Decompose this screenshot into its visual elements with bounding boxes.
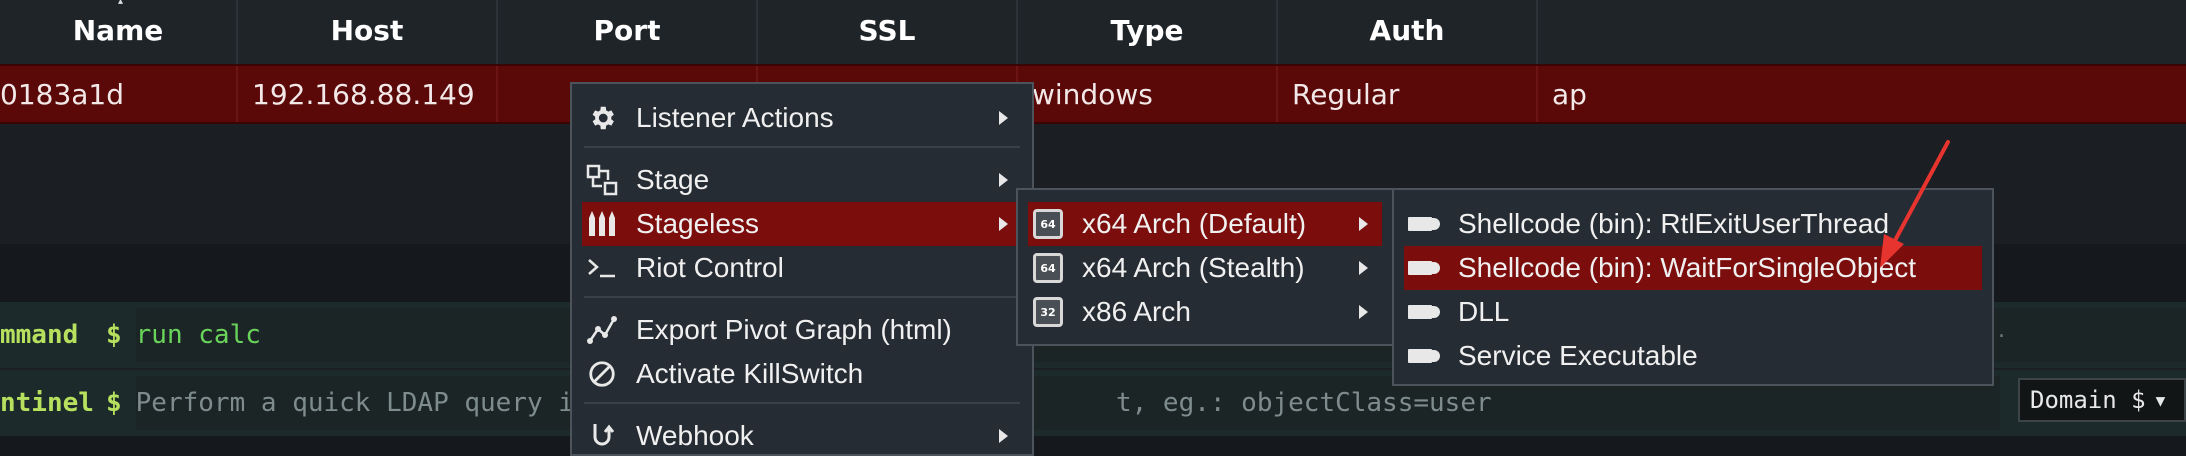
table-header: ▴ Name Host Port SSL Type Auth bbox=[0, 0, 2186, 64]
column-header-ssl[interactable]: SSL bbox=[758, 0, 1018, 64]
menu-item-label: Export Pivot Graph (html) bbox=[636, 314, 952, 345]
column-header-extra[interactable] bbox=[1538, 0, 2186, 64]
menu-item-label: DLL bbox=[1458, 296, 1510, 327]
menu-item-label: Stage bbox=[636, 164, 710, 195]
prompt-label: ntinel bbox=[0, 388, 94, 418]
command-text: run calc bbox=[135, 320, 261, 350]
prompt-symbol: $ bbox=[106, 320, 122, 350]
menu-item-label: Shellcode (bin): WaitForSingleObject bbox=[1458, 252, 1917, 283]
column-header-type[interactable]: Type bbox=[1018, 0, 1278, 64]
ban-icon bbox=[586, 358, 618, 390]
ldap-placeholder-end: t, eg.: objectClass=user bbox=[1115, 388, 1492, 418]
ldap-placeholder-start: Perform a quick LDAP query i bbox=[135, 388, 574, 418]
chevron-down-icon: ▼ bbox=[2155, 390, 2166, 410]
menu-item-label: x86 Arch bbox=[1082, 296, 1191, 327]
domain-select[interactable]: Domain $ ▼ bbox=[2018, 378, 2186, 422]
menu-item-x64-stealth[interactable]: 64 x64 Arch (Stealth) bbox=[1028, 246, 1382, 290]
status-strip bbox=[0, 436, 2186, 456]
menu-item-label: x64 Arch (Stealth) bbox=[1082, 252, 1305, 283]
menu-item-riot-control[interactable]: Riot Control bbox=[582, 246, 1022, 290]
cpu-chip-icon: 64 bbox=[1032, 252, 1064, 284]
bullet-icon bbox=[1408, 208, 1440, 240]
column-header-host[interactable]: Host bbox=[238, 0, 498, 64]
menu-separator bbox=[584, 402, 1020, 404]
menu-item-label: Stageless bbox=[636, 208, 759, 239]
menu-item-x86[interactable]: 32 x86 Arch bbox=[1028, 290, 1382, 334]
menu-separator bbox=[584, 296, 1020, 298]
menu-item-service-executable[interactable]: Service Executable bbox=[1404, 334, 1982, 378]
cell-name: 0183a1d bbox=[0, 66, 238, 122]
listener-context-menu: Listener Actions Stage Stageless Riot Co… bbox=[570, 82, 1034, 456]
format-submenu: Shellcode (bin): RtlExitUserThread Shell… bbox=[1392, 188, 1994, 386]
menu-item-webhook[interactable]: Webhook bbox=[582, 414, 1022, 456]
terminal-icon bbox=[586, 252, 618, 284]
cell-type: windows bbox=[1018, 66, 1278, 122]
menu-item-stage[interactable]: Stage bbox=[582, 158, 1022, 202]
gear-icon bbox=[586, 102, 618, 134]
bullet-icon bbox=[1408, 252, 1440, 284]
prompt-label: mmand bbox=[0, 320, 79, 350]
cell-host: 192.168.88.149 bbox=[238, 66, 498, 122]
menu-item-label: x64 Arch (Default) bbox=[1082, 208, 1307, 239]
menu-item-label: Shellcode (bin): RtlExitUserThread bbox=[1458, 208, 1890, 239]
cell-auth: Regular bbox=[1278, 66, 1538, 122]
column-header-port[interactable]: Port bbox=[498, 0, 758, 64]
menu-item-activate-killswitch[interactable]: Activate KillSwitch bbox=[582, 352, 1022, 396]
arch-submenu: 64 x64 Arch (Default) 64 x64 Arch (Steal… bbox=[1016, 188, 1394, 346]
bullet-icon bbox=[1408, 340, 1440, 372]
graph-icon bbox=[586, 314, 618, 346]
menu-item-shellcode-rtlexituserthread[interactable]: Shellcode (bin): RtlExitUserThread bbox=[1404, 202, 1982, 246]
cell-extra: ap bbox=[1552, 77, 1587, 111]
bullet-icon bbox=[1408, 296, 1440, 328]
menu-item-x64-default[interactable]: 64 x64 Arch (Default) bbox=[1028, 202, 1382, 246]
column-header-name[interactable]: ▴ Name bbox=[0, 0, 238, 64]
submenu-arrow-icon bbox=[999, 173, 1008, 187]
menu-item-shellcode-waitforsingleobject[interactable]: Shellcode (bin): WaitForSingleObject bbox=[1404, 246, 1982, 290]
menu-item-label: Activate KillSwitch bbox=[636, 358, 864, 389]
menu-item-export-pivot-graph[interactable]: Export Pivot Graph (html) bbox=[582, 308, 1022, 352]
menu-item-label: Listener Actions bbox=[636, 102, 834, 133]
menu-item-listener-actions[interactable]: Listener Actions bbox=[582, 96, 1022, 140]
hint-text: . bbox=[1998, 318, 2005, 343]
menu-item-dll[interactable]: DLL bbox=[1404, 290, 1982, 334]
menu-item-label: Riot Control bbox=[636, 252, 784, 283]
menu-item-stageless[interactable]: Stageless bbox=[582, 202, 1022, 246]
domain-select-value: Domain $ bbox=[2030, 386, 2146, 414]
menu-item-label: Webhook bbox=[636, 420, 754, 451]
submenu-arrow-icon bbox=[999, 429, 1008, 443]
submenu-arrow-icon bbox=[999, 217, 1008, 231]
stage-icon bbox=[586, 164, 618, 196]
submenu-arrow-icon bbox=[999, 111, 1008, 125]
cpu-chip-icon: 32 bbox=[1032, 296, 1064, 328]
column-header-auth[interactable]: Auth bbox=[1278, 0, 1538, 64]
submenu-arrow-icon bbox=[1359, 217, 1368, 231]
submenu-arrow-icon bbox=[1359, 305, 1368, 319]
menu-item-label: Service Executable bbox=[1458, 340, 1698, 371]
menu-separator bbox=[584, 146, 1020, 148]
webhook-icon bbox=[586, 420, 618, 452]
sort-indicator-icon: ▴ bbox=[118, 0, 124, 7]
prompt-symbol: $ bbox=[106, 388, 122, 418]
cpu-chip-icon: 64 bbox=[1032, 208, 1064, 240]
table-row[interactable]: 0183a1d 192.168.88.149 No windows Regula… bbox=[0, 64, 2186, 124]
stageless-icon bbox=[586, 208, 618, 240]
submenu-arrow-icon bbox=[1359, 261, 1368, 275]
